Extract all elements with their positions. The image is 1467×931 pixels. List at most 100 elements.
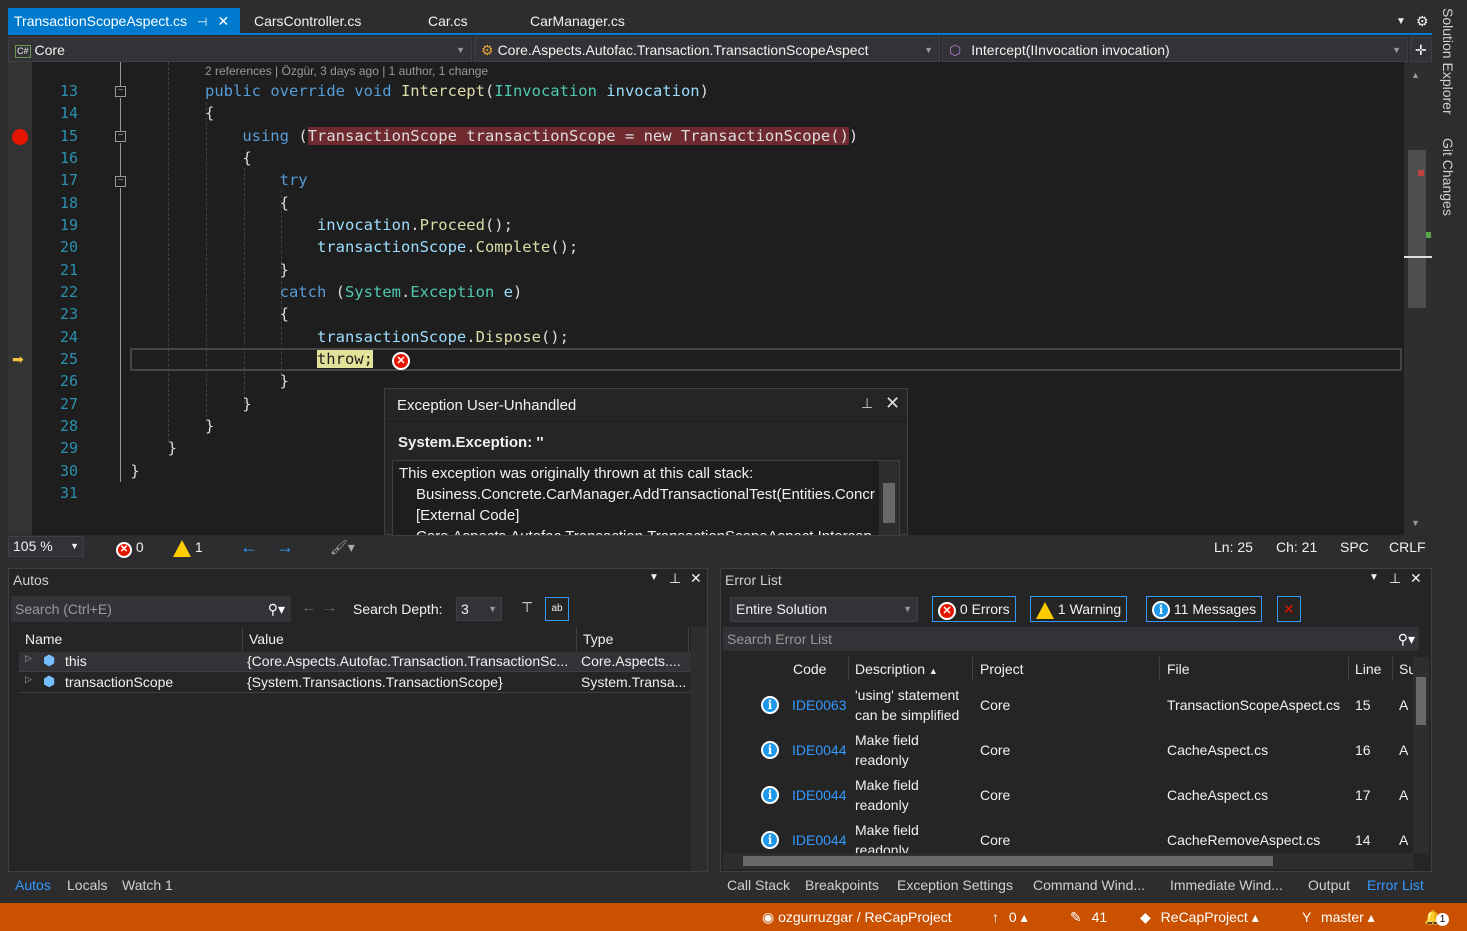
- error-code-link[interactable]: IDE0044: [792, 787, 846, 803]
- exception-error-icon[interactable]: ✕: [392, 351, 410, 370]
- breakpoint-icon[interactable]: [12, 129, 28, 145]
- code-line[interactable]: transactionScope.Complete();: [317, 236, 578, 258]
- tab-exception-settings[interactable]: Exception Settings: [897, 872, 1013, 898]
- call-stack-box[interactable]: This exception was originally thrown at …: [392, 460, 900, 536]
- messages-filter-button[interactable]: i 11 Messages: [1146, 596, 1263, 622]
- line-indicator[interactable]: Ln: 25: [1214, 536, 1253, 558]
- tab-carmanager[interactable]: CarManager.cs: [524, 8, 631, 35]
- editor-vertical-scrollbar[interactable]: ▲ ▼: [1404, 62, 1432, 535]
- collapse-icon[interactable]: −: [115, 176, 126, 187]
- pin-icon[interactable]: ⊥: [1389, 570, 1401, 587]
- column-header-suppression[interactable]: Su: [1393, 657, 1413, 681]
- codelens[interactable]: 2 references | Özgür, 3 days ago | 1 aut…: [205, 64, 488, 78]
- stack-frame[interactable]: [External Code]: [399, 505, 893, 526]
- project-button[interactable]: ◆ ReCapProject ▴: [1140, 903, 1259, 931]
- char-indicator[interactable]: Ch: 21: [1276, 536, 1317, 558]
- navigate-forward-icon[interactable]: →: [276, 536, 294, 558]
- errors-indicator[interactable]: ✕ 0: [116, 536, 144, 558]
- errors-filter-button[interactable]: ✕ 0 Errors: [932, 596, 1016, 622]
- code-line[interactable]: {: [242, 147, 251, 169]
- code-line[interactable]: try: [280, 169, 308, 191]
- error-list-row[interactable]: i IDE0063 'using' statement can be simpl…: [723, 684, 1413, 729]
- member-dropdown[interactable]: ⬡ Intercept(IInvocation invocation) ▼: [942, 37, 1408, 62]
- warnings-indicator[interactable]: 1: [173, 536, 203, 558]
- code-line[interactable]: public override void Intercept(IInvocati…: [205, 80, 709, 102]
- changes-button[interactable]: ✎ 41: [1070, 903, 1107, 931]
- error-list-row[interactable]: i IDE0044 Make field readonly Core Cache…: [723, 819, 1413, 853]
- vertical-scrollbar[interactable]: [1413, 657, 1429, 853]
- autos-row[interactable]: ▷ ⬢ this {Core.Aspects.Autofac.Transacti…: [19, 652, 691, 672]
- code-line[interactable]: }: [205, 415, 214, 437]
- tab-transactionscopeaspect[interactable]: TransactionScopeAspect.cs ⊣ ✕: [8, 8, 240, 35]
- gear-icon[interactable]: ⚙: [1410, 8, 1435, 35]
- column-header-file[interactable]: File: [1161, 657, 1349, 681]
- column-header-name[interactable]: Name: [19, 627, 243, 651]
- variable-value[interactable]: {System.Transactions.TransactionScope}: [247, 674, 577, 690]
- expand-icon[interactable]: ▷: [25, 653, 32, 664]
- variable-value[interactable]: {Core.Aspects.Autofac.Transaction.Transa…: [247, 653, 577, 669]
- tab-error-list[interactable]: Error List: [1367, 872, 1424, 898]
- column-header-type[interactable]: Type: [577, 627, 689, 651]
- warnings-filter-button[interactable]: 1 Warning: [1030, 596, 1128, 622]
- git-changes-tab[interactable]: Git Changes: [1440, 138, 1456, 216]
- branch-button[interactable]: Y master ▴: [1302, 903, 1375, 931]
- tab-output[interactable]: Output: [1308, 872, 1350, 898]
- code-line[interactable]: {: [280, 192, 289, 214]
- code-line[interactable]: throw;: [316, 348, 373, 370]
- whitespace-indicator[interactable]: SPC: [1340, 536, 1369, 558]
- code-line[interactable]: }: [280, 370, 289, 392]
- close-icon[interactable]: ✕: [1410, 570, 1422, 587]
- code-line[interactable]: catch (System.Exception e): [280, 281, 523, 303]
- zoom-dropdown[interactable]: 105 % ▼: [8, 536, 84, 557]
- tab-locals[interactable]: Locals: [67, 872, 107, 898]
- collapse-icon[interactable]: −: [115, 86, 126, 97]
- tab-watch-1[interactable]: Watch 1: [122, 872, 173, 898]
- column-header-value[interactable]: Value: [243, 627, 577, 651]
- dropdown-icon[interactable]: ▼: [1369, 572, 1379, 583]
- search-icon[interactable]: ⚲▾: [268, 596, 285, 622]
- code-line[interactable]: }: [130, 460, 139, 482]
- code-line[interactable]: }: [280, 259, 289, 281]
- pin-icon[interactable]: ⊥: [861, 395, 873, 412]
- view-as-text-icon[interactable]: ab: [545, 597, 569, 621]
- stack-frame[interactable]: Core.Aspects.Autofac.Transaction.Transac…: [399, 526, 893, 535]
- tab-carscontroller[interactable]: CarsController.cs: [248, 8, 367, 35]
- error-list-row[interactable]: i IDE0044 Make field readonly Core Cache…: [723, 729, 1413, 774]
- pin-icon[interactable]: ⊣: [197, 15, 207, 29]
- error-code-link[interactable]: IDE0044: [792, 832, 846, 848]
- project-dropdown[interactable]: C# Core ▼: [8, 37, 472, 62]
- navigate-back-icon[interactable]: ←: [240, 536, 258, 558]
- tab-call-stack[interactable]: Call Stack: [727, 872, 790, 898]
- cleanup-brush-icon[interactable]: 🖌▾: [330, 536, 355, 558]
- solution-explorer-tab[interactable]: Solution Explorer: [1440, 8, 1456, 115]
- column-header-description[interactable]: Description ▲: [849, 657, 973, 681]
- close-icon[interactable]: ✕: [885, 393, 900, 414]
- code-line[interactable]: {: [205, 102, 214, 124]
- horizontal-scrollbar[interactable]: [723, 853, 1413, 869]
- tab-breakpoints[interactable]: Breakpoints: [805, 872, 879, 898]
- close-icon[interactable]: ✕: [690, 570, 702, 587]
- autos-search-input[interactable]: Search (Ctrl+E) ⚲▾: [11, 596, 291, 622]
- column-header-code[interactable]: Code: [787, 657, 849, 681]
- search-back-icon[interactable]: ← →: [301, 599, 337, 617]
- scope-dropdown[interactable]: Entire Solution ▼: [730, 597, 918, 622]
- tab-overflow-chevron-icon[interactable]: ▼: [1390, 8, 1412, 35]
- scrollbar[interactable]: [691, 627, 707, 871]
- pin-icon[interactable]: ⊥: [669, 570, 681, 587]
- search-icon[interactable]: ⚲▾: [1398, 627, 1415, 651]
- code-line[interactable]: transactionScope.Dispose();: [317, 326, 569, 348]
- tab-immediate-wind[interactable]: Immediate Wind...: [1170, 872, 1283, 898]
- error-code-link[interactable]: IDE0044: [792, 742, 846, 758]
- clear-filter-icon[interactable]: ✕: [1277, 596, 1301, 622]
- code-line[interactable]: }: [168, 437, 177, 459]
- pin-filter-icon[interactable]: ⊤: [521, 599, 533, 616]
- notifications-button[interactable]: 🔔 1: [1424, 903, 1449, 931]
- code-line[interactable]: invocation.Proceed();: [317, 214, 513, 236]
- line-ending-indicator[interactable]: CRLF: [1389, 536, 1426, 558]
- dropdown-icon[interactable]: ▼: [649, 572, 659, 583]
- search-depth-dropdown[interactable]: 3 ▼: [456, 597, 502, 621]
- code-line[interactable]: }: [242, 393, 251, 415]
- tab-autos[interactable]: Autos: [15, 872, 51, 898]
- split-editor-button[interactable]: ✛: [1410, 37, 1432, 62]
- code-line[interactable]: using (TransactionScope transactionScope…: [242, 125, 858, 147]
